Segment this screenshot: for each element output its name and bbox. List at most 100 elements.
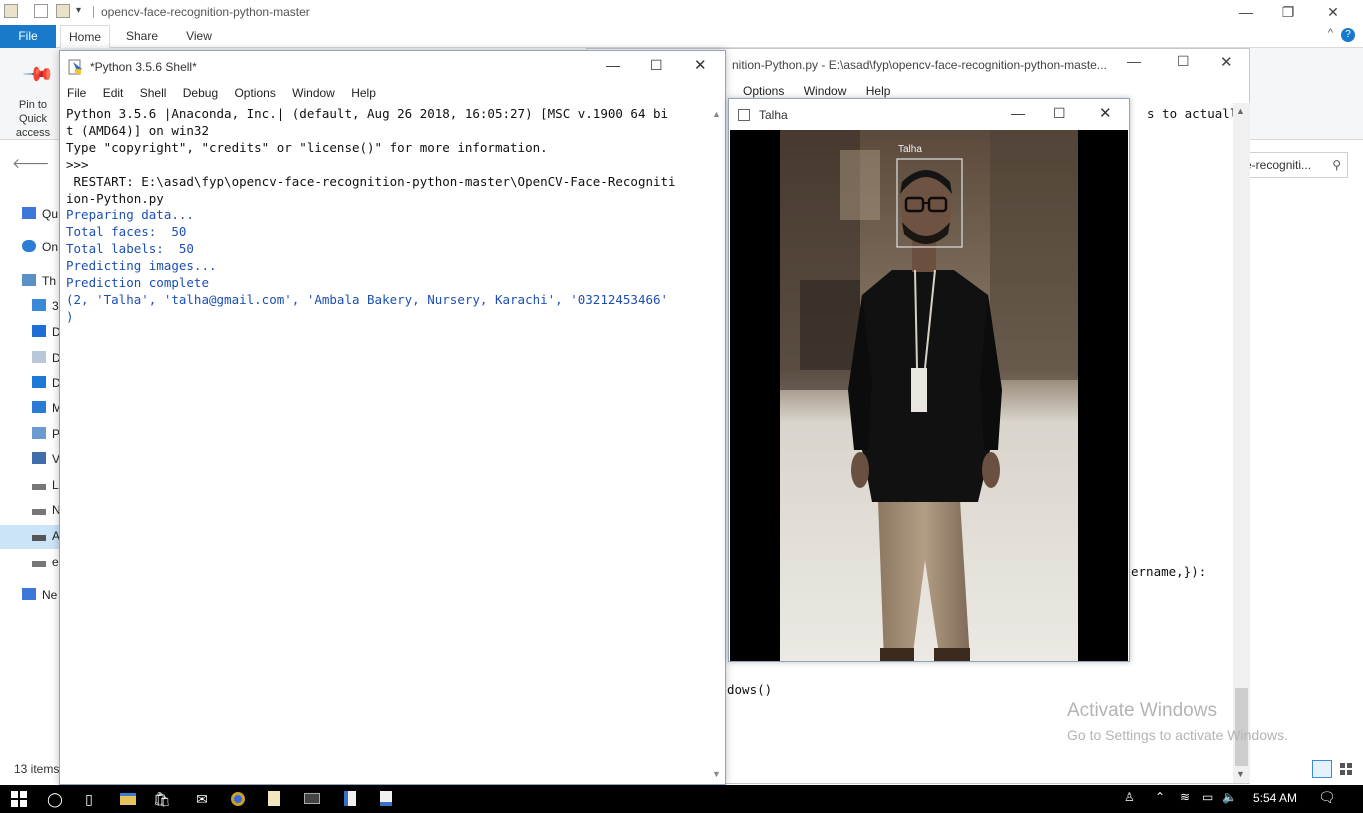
- shell-minimize-button[interactable]: —: [606, 57, 620, 73]
- menu-edit[interactable]: Edit: [103, 86, 124, 100]
- editor-title: nition-Python.py - E:\asad\fyp\opencv-fa…: [732, 58, 1107, 72]
- tab-view[interactable]: View: [176, 25, 222, 48]
- nav-item-network[interactable]: Ne: [22, 585, 57, 605]
- nav-item-drive-a[interactable]: A: [32, 526, 60, 546]
- menu-shell[interactable]: Shell: [140, 86, 167, 100]
- status-item-count: 13 items: [14, 762, 60, 776]
- search-input[interactable]: e-recogniti... ⚲: [1240, 152, 1348, 178]
- scroll-down-icon[interactable]: ▼: [712, 769, 721, 779]
- menu-help[interactable]: Help: [866, 84, 891, 98]
- computer-icon: [22, 274, 36, 286]
- person-photo: [780, 130, 1078, 661]
- battery-icon[interactable]: ▭: [1202, 790, 1213, 804]
- python-idle-taskbar-icon[interactable]: [338, 785, 362, 813]
- nav-item-documents[interactable]: D: [32, 348, 61, 368]
- shell-output[interactable]: Python 3.5.6 |Anaconda, Inc.| (default, …: [66, 106, 706, 326]
- nav-item-desktop[interactable]: D: [32, 322, 61, 342]
- nav-item-quick-access[interactable]: Qu: [22, 204, 58, 224]
- document-icon: [32, 351, 46, 363]
- shell-output-line: RESTART: E:\asad\fyp\opencv-face-recogni…: [66, 173, 676, 189]
- face-name-label: Talha: [898, 144, 922, 155]
- python-file-taskbar-icon[interactable]: [374, 785, 398, 813]
- shell-title: *Python 3.5.6 Shell*: [90, 60, 197, 74]
- store-icon[interactable]: 🛍: [150, 785, 174, 813]
- pin-to-quick-access-button[interactable]: Pin to Quick access: [4, 98, 62, 140]
- help-icon[interactable]: ?: [1341, 28, 1355, 42]
- tab-file[interactable]: File: [0, 25, 56, 48]
- shell-output-line: ): [66, 308, 74, 324]
- window-icon: [738, 109, 750, 121]
- image-maximize-button[interactable]: ☐: [1053, 105, 1066, 122]
- quick-access-folder-icon[interactable]: [4, 4, 18, 18]
- nav-item-pictures[interactable]: P: [32, 424, 60, 444]
- shell-close-button[interactable]: ✕: [694, 56, 707, 74]
- mail-icon[interactable]: ✉: [190, 785, 214, 813]
- nav-item-local-disk[interactable]: L: [32, 475, 59, 495]
- menu-help[interactable]: Help: [351, 86, 376, 100]
- menu-options[interactable]: Options: [234, 86, 275, 100]
- drive-icon: [32, 509, 46, 515]
- customize-qat-icon[interactable]: ▾: [76, 5, 81, 16]
- nav-item-music[interactable]: M: [32, 398, 62, 418]
- scroll-down-icon[interactable]: ▼: [1236, 769, 1245, 779]
- editor-minimize-button[interactable]: —: [1127, 53, 1141, 69]
- cortana-icon[interactable]: ◯: [44, 785, 66, 813]
- shell-output-line: Preparing data...: [66, 207, 194, 223]
- image-minimize-button[interactable]: —: [1011, 105, 1025, 121]
- large-icons-view-button[interactable]: [1338, 760, 1354, 778]
- volume-icon[interactable]: 🔈: [1222, 790, 1237, 804]
- shell-maximize-button[interactable]: ☐: [650, 57, 663, 74]
- tab-home[interactable]: Home: [60, 25, 110, 48]
- editor-maximize-button[interactable]: ☐: [1177, 53, 1190, 70]
- tab-share[interactable]: Share: [118, 25, 166, 48]
- scroll-up-icon[interactable]: ▲: [712, 109, 721, 119]
- nav-item-downloads[interactable]: D: [32, 373, 61, 393]
- chrome-icon[interactable]: [226, 785, 250, 813]
- shell-scrollbar[interactable]: ▲ ▼: [709, 105, 725, 785]
- nav-item-this-pc[interactable]: Th: [22, 271, 56, 291]
- clock[interactable]: 5:54 AM: [1253, 791, 1297, 805]
- nav-item-onedrive[interactable]: On: [22, 237, 58, 257]
- menu-options[interactable]: Options: [743, 84, 784, 98]
- file-explorer-taskbar-icon[interactable]: [116, 785, 140, 813]
- scroll-up-icon[interactable]: ▲: [1236, 106, 1245, 116]
- shell-output-line: Total faces: 50: [66, 224, 187, 240]
- nav-item-videos[interactable]: V: [32, 449, 60, 469]
- drive-icon: [32, 561, 46, 567]
- task-view-icon[interactable]: ▯: [78, 785, 100, 813]
- pictures-icon: [32, 427, 46, 439]
- start-button[interactable]: [8, 785, 30, 813]
- terminal-icon[interactable]: [300, 785, 324, 813]
- editor-scrollbar[interactable]: ▲ ▼: [1233, 103, 1250, 783]
- maximize-button[interactable]: ❐: [1266, 0, 1310, 25]
- menu-file[interactable]: File: [67, 86, 86, 100]
- menu-window[interactable]: Window: [804, 84, 847, 98]
- menu-debug[interactable]: Debug: [183, 86, 218, 100]
- shell-output-line: >>>: [66, 156, 97, 172]
- image-close-button[interactable]: ✕: [1099, 104, 1112, 122]
- tray-chevron-icon[interactable]: ⌃: [1155, 790, 1165, 804]
- shell-output-line: Python 3.5.6 |Anaconda, Inc.| (default, …: [66, 106, 669, 121]
- notepad-icon[interactable]: [262, 785, 286, 813]
- new-folder-icon[interactable]: [56, 4, 70, 18]
- ribbon-collapse-icon[interactable]: ^: [1328, 27, 1333, 39]
- editor-menu-bar: Options Window Help: [743, 84, 906, 98]
- minimize-button[interactable]: —: [1224, 0, 1268, 25]
- details-view-button[interactable]: [1312, 760, 1332, 778]
- editor-close-button[interactable]: ✕: [1220, 53, 1233, 71]
- activate-windows-subtitle: Go to Settings to activate Windows.: [1067, 727, 1288, 743]
- network-icon: [22, 588, 36, 600]
- people-icon[interactable]: ♙: [1124, 790, 1135, 804]
- nav-item-drive-m[interactable]: N: [32, 500, 61, 520]
- nav-item-drive-e[interactable]: e: [32, 552, 59, 572]
- nav-item-3d[interactable]: 3: [32, 296, 59, 316]
- title-separator: |: [92, 4, 96, 18]
- tiles-icon: [1340, 763, 1352, 775]
- shell-output-line: t (AMD64)] on win32: [66, 122, 209, 138]
- close-button[interactable]: ✕: [1311, 0, 1355, 25]
- action-center-icon[interactable]: 🗨: [1318, 789, 1336, 806]
- wifi-icon[interactable]: ≋: [1180, 790, 1190, 804]
- shell-output-line: ion-Python.py: [66, 190, 164, 206]
- properties-icon[interactable]: [34, 4, 48, 18]
- menu-window[interactable]: Window: [292, 86, 335, 100]
